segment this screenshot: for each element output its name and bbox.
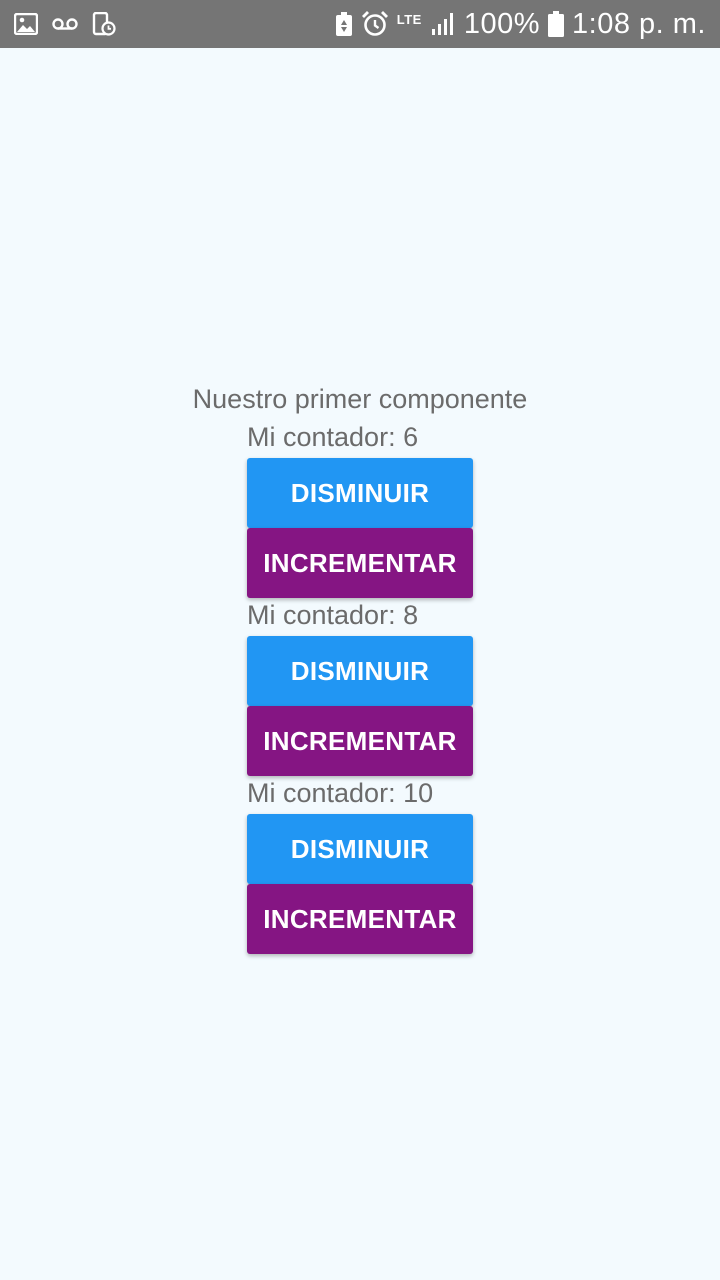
counter-label: Mi contador: 8 [247,600,419,630]
main-content: Nuestro primer componente Mi contador: 6… [0,48,720,1280]
decrement-button[interactable]: DISMINUIR [247,636,473,706]
alarm-icon [361,10,389,38]
voicemail-icon [52,17,78,31]
signal-icon [430,11,456,37]
increment-button[interactable]: INCREMENTAR [247,528,473,598]
status-right: LTE 100% 1:08 p. m. [327,8,706,41]
battery-percent: 100% [463,7,541,40]
image-icon [14,13,38,35]
decrement-button[interactable]: DISMINUIR [247,458,473,528]
status-left [14,12,130,36]
counter-block-1: Mi contador: 6 DISMINUIR INCREMENTAR [247,420,473,598]
status-time: 1:08 p. m. [572,7,706,40]
counter-label: Mi contador: 10 [247,778,434,808]
network-type: LTE [396,12,422,27]
page-title: Nuestro primer componente [192,384,528,414]
increment-button[interactable]: INCREMENTAR [247,706,473,776]
status-bar: LTE 100% 1:08 p. m. [0,0,720,48]
counter-label: Mi contador: 6 [247,422,419,452]
battery-icon [548,11,565,37]
counter-block-2: Mi contador: 8 DISMINUIR INCREMENTAR [247,598,473,776]
increment-button[interactable]: INCREMENTAR [247,884,473,954]
counter-block-3: Mi contador: 10 DISMINUIR INCREMENTAR [247,776,473,954]
battery-saver-icon [335,11,353,37]
phone-clock-icon [92,12,116,36]
decrement-button[interactable]: DISMINUIR [247,814,473,884]
